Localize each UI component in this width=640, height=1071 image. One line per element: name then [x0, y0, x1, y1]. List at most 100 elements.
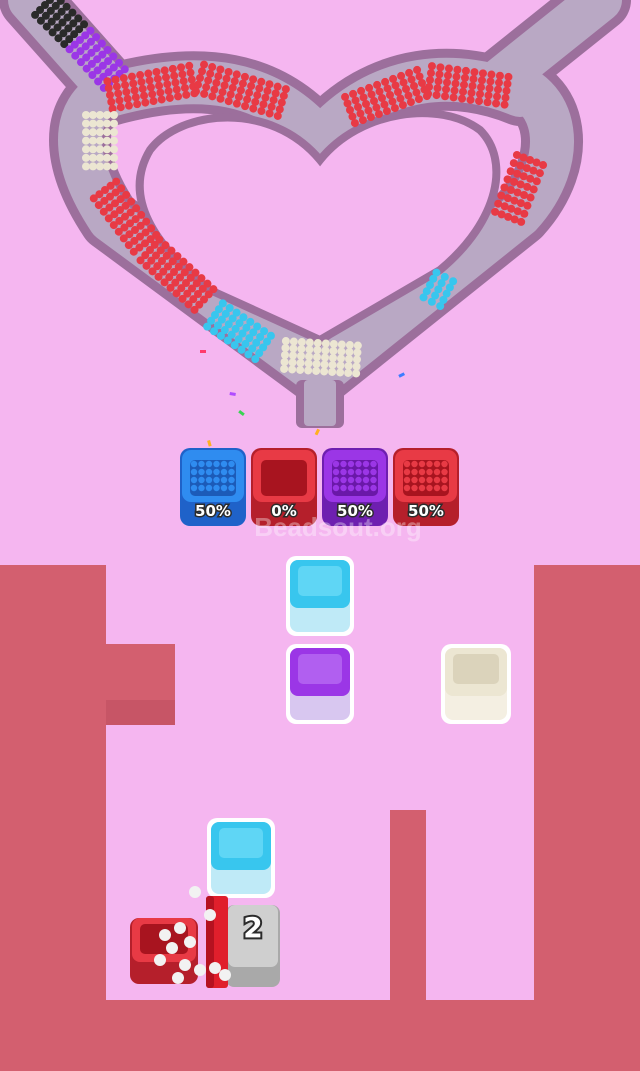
bead — [289, 351, 297, 360]
bead — [190, 484, 198, 492]
bead — [131, 93, 140, 102]
bead — [210, 327, 219, 336]
bead — [441, 476, 448, 484]
cyan-box-bottom[interactable] — [207, 818, 275, 898]
bead — [337, 354, 345, 363]
bead — [425, 82, 434, 91]
bead — [320, 367, 329, 376]
bead — [82, 128, 90, 137]
bead — [500, 183, 509, 192]
bead — [362, 484, 370, 492]
game-stage: 50% 0% 50% 50% Beadsout.org 2 — [0, 0, 640, 1071]
bead — [426, 69, 435, 78]
bead — [82, 136, 90, 145]
bead — [328, 360, 337, 369]
bead — [116, 103, 125, 112]
bead — [347, 460, 355, 468]
bead — [103, 119, 111, 128]
bead — [177, 63, 186, 72]
bead — [244, 350, 253, 359]
bead — [208, 92, 217, 101]
bead — [216, 331, 225, 340]
bead — [179, 77, 188, 86]
bead — [198, 476, 205, 484]
bead — [344, 361, 353, 370]
purple-box[interactable] — [286, 644, 354, 724]
bead — [110, 136, 118, 145]
bead — [145, 76, 154, 85]
bead — [198, 468, 205, 476]
bead — [418, 468, 426, 476]
bead — [152, 67, 161, 76]
bead — [362, 460, 370, 468]
bead — [141, 98, 150, 107]
bead — [190, 476, 198, 484]
grey-counter-box[interactable]: 2 — [226, 905, 280, 987]
bead — [146, 83, 155, 92]
bead — [426, 76, 434, 84]
bead — [110, 128, 118, 137]
bead — [216, 94, 225, 103]
bead — [441, 468, 448, 476]
bead — [280, 357, 289, 366]
bead — [89, 111, 97, 119]
bead — [190, 460, 198, 468]
bead — [178, 294, 187, 303]
bead — [313, 339, 322, 348]
bead — [191, 87, 200, 96]
cream-box[interactable] — [441, 644, 511, 724]
bead — [161, 73, 170, 82]
bead — [288, 358, 297, 367]
bead — [174, 92, 183, 101]
bead — [441, 460, 448, 468]
bead — [166, 942, 178, 954]
collector-blue[interactable]: 50% — [180, 448, 246, 526]
bead — [89, 194, 98, 203]
bead — [336, 361, 345, 370]
bead — [337, 347, 346, 356]
bead — [54, 34, 63, 43]
bead — [451, 79, 460, 88]
cyan-box-top[interactable] — [286, 556, 354, 636]
bead — [164, 87, 173, 96]
bead — [36, 16, 45, 25]
bead — [237, 345, 246, 354]
bead — [340, 476, 347, 484]
bead — [433, 460, 441, 468]
bead — [172, 85, 181, 94]
bead — [345, 348, 354, 357]
bead — [121, 81, 130, 90]
bead — [114, 89, 123, 98]
bead — [170, 71, 179, 80]
bead — [475, 97, 484, 106]
bead — [156, 88, 165, 97]
bead — [138, 84, 147, 93]
bead — [419, 293, 428, 302]
bead — [321, 346, 330, 355]
bead — [189, 886, 201, 898]
bead — [345, 341, 354, 350]
bead — [494, 78, 503, 87]
bead — [122, 87, 131, 96]
bead — [110, 162, 118, 171]
bead — [160, 278, 169, 287]
bead — [220, 468, 228, 476]
bead — [82, 111, 90, 119]
bead — [205, 476, 213, 484]
bead — [178, 70, 187, 79]
bead — [433, 476, 441, 484]
bead — [149, 97, 158, 106]
bead — [148, 267, 157, 276]
bead — [249, 104, 258, 113]
bead — [160, 66, 169, 75]
bead — [205, 484, 213, 492]
bead — [340, 468, 347, 476]
bead — [328, 367, 337, 376]
bead — [426, 484, 433, 492]
confetti-piece — [398, 372, 405, 378]
bead — [483, 98, 492, 107]
red-box-open[interactable] — [130, 918, 198, 984]
bead — [313, 353, 321, 361]
bead — [332, 460, 340, 468]
bead — [219, 969, 231, 981]
